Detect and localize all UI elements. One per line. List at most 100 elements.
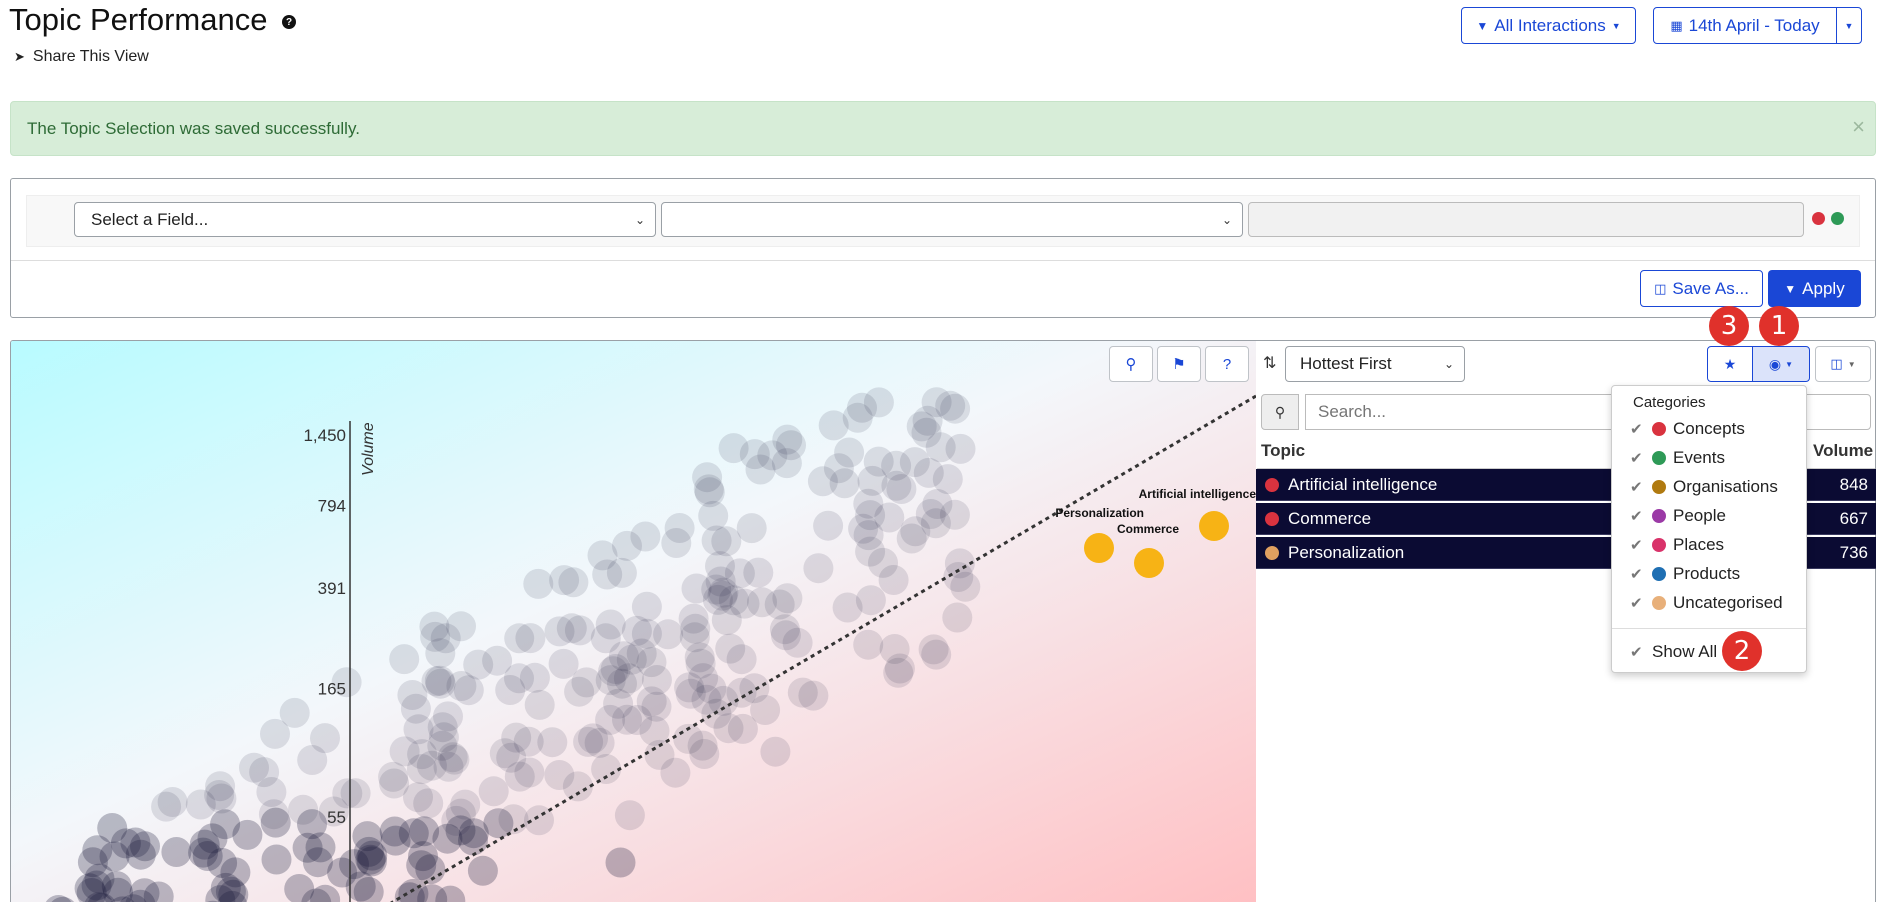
volume-column-header[interactable]: Volume [1813, 441, 1873, 461]
category-item-organisations[interactable]: ✔ Organisations [1630, 477, 1778, 497]
topic-point [467, 855, 498, 886]
topic-point [261, 844, 292, 875]
success-alert: The Topic Selection was saved successful… [10, 101, 1876, 156]
topic-point [458, 825, 488, 856]
calendar-icon: ▦ [1670, 17, 1683, 33]
topic-point [622, 705, 653, 735]
chevron-down-icon: ⌄ [1443, 357, 1454, 371]
topic-volume: 667 [1839, 508, 1868, 528]
topic-point [631, 591, 662, 622]
value-input[interactable] [1248, 202, 1804, 237]
topic-point [718, 433, 749, 464]
check-icon: ✔ [1630, 595, 1643, 612]
y-tick-label: 794 [318, 496, 346, 515]
filter-icon: ▼ [1784, 281, 1797, 296]
share-view-link[interactable]: ➤ Share This View [14, 48, 149, 66]
point-label: Personalization [1055, 506, 1144, 520]
category-icon [1652, 480, 1666, 494]
topic-column-header[interactable]: Topic [1261, 441, 1305, 461]
topic-point [855, 536, 886, 567]
category-item-events[interactable]: ✔ Events [1630, 448, 1725, 468]
topic-point [504, 663, 534, 694]
interactions-filter-button[interactable]: ▼ All Interactions ▼ [1461, 7, 1636, 44]
filter-icon: ▼ [1476, 18, 1489, 33]
uncategorised-icon [1265, 545, 1279, 560]
tag-icon: ⚑ [1172, 356, 1186, 373]
category-item-concepts[interactable]: ✔ Concepts [1630, 419, 1745, 439]
export-button[interactable]: ◫ ▼ [1815, 346, 1871, 382]
divider [11, 260, 1875, 261]
topic-point [478, 776, 509, 807]
caret-icon: ▼ [1785, 359, 1794, 369]
point-label: Artificial intelligence [1139, 487, 1256, 501]
topic-point [591, 754, 622, 784]
topic-point [747, 587, 777, 618]
date-range-button[interactable]: ▦ 14th April - Today [1653, 7, 1837, 44]
topic-point [708, 685, 739, 716]
categories-heading: Categories [1633, 394, 1706, 411]
topic-point [818, 410, 849, 441]
annotation-badge-2: 2 [1722, 631, 1762, 671]
topic-point [378, 761, 409, 792]
add-filter-icon[interactable] [1831, 212, 1844, 225]
save-as-button[interactable]: ◫ Save As... [1640, 270, 1763, 307]
topic-point [878, 565, 909, 595]
sort-select[interactable]: Hottest First ⌄ [1285, 346, 1465, 382]
show-all-item[interactable]: ✔ Show All [1630, 642, 1717, 662]
close-icon[interactable]: × [1852, 114, 1865, 140]
check-icon: ✔ [1630, 479, 1643, 496]
category-item-places[interactable]: ✔ Places [1630, 535, 1724, 555]
category-item-people[interactable]: ✔ People [1630, 506, 1726, 526]
zoom-button[interactable]: ⚲ [1109, 346, 1153, 382]
search-button[interactable]: ⚲ [1261, 394, 1299, 430]
topic-point [425, 668, 456, 699]
remove-filter-icon[interactable] [1812, 212, 1825, 225]
check-icon: ✔ [1630, 566, 1643, 583]
help-icon[interactable]: ? [282, 15, 296, 29]
topic-point [357, 840, 388, 871]
topic-point [419, 611, 450, 642]
topic-point [614, 800, 645, 831]
topic-point [883, 657, 914, 688]
apply-button[interactable]: ▼ Apply [1768, 270, 1861, 307]
category-item-products[interactable]: ✔ Products [1630, 564, 1740, 584]
topic-point [130, 831, 160, 862]
topic-volume: 848 [1839, 474, 1868, 494]
category-icon [1652, 538, 1666, 552]
check-icon: ✔ [1630, 508, 1643, 525]
topic-point [406, 850, 437, 881]
category-item-uncategorised[interactable]: ✔ Uncategorised [1630, 593, 1783, 613]
topic-name: Personalization [1288, 542, 1405, 562]
topic-point [776, 430, 806, 461]
topic-point [713, 713, 744, 744]
topic-name: Commerce [1288, 508, 1372, 528]
operator-select[interactable]: ⌄ [661, 202, 1243, 237]
topic-name: Artificial intelligence [1288, 474, 1438, 494]
topic-point [453, 675, 484, 706]
topic-volume: 736 [1839, 542, 1868, 562]
menu-divider [1612, 628, 1806, 629]
category-icon [1652, 596, 1666, 610]
annotation-badge-3: 3 [1709, 306, 1749, 346]
help-button[interactable]: ? [1205, 346, 1249, 382]
labels-button[interactable]: ⚑ [1157, 346, 1201, 382]
y-axis-label: Volume [360, 422, 377, 476]
caret-icon: ▼ [1847, 359, 1856, 369]
category-icon [1652, 509, 1666, 523]
topic-point [327, 857, 358, 888]
y-tick-label: 391 [318, 579, 346, 598]
categories-toggle-button[interactable]: ◉ ▼ [1752, 346, 1810, 382]
topic-point [745, 454, 776, 485]
topic-point [853, 629, 884, 660]
date-range-dropdown[interactable]: ▼ [1836, 7, 1862, 44]
topic-point [881, 470, 912, 501]
favourites-button[interactable]: ★ [1707, 346, 1753, 382]
topic-point [855, 585, 886, 616]
save-icon: ◫ [1830, 356, 1843, 371]
topic-point [863, 387, 894, 418]
topic-point [823, 453, 854, 484]
sort-icon: ⇅ [1263, 355, 1277, 372]
caret-icon: ▼ [1611, 20, 1621, 31]
topic-point [943, 562, 974, 592]
field-select[interactable]: Select a Field... ⌄ [74, 202, 656, 237]
